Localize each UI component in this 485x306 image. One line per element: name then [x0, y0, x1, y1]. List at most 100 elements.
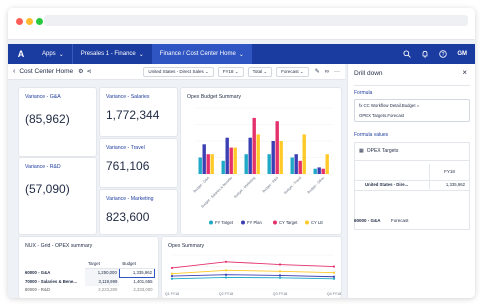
back-arrow-icon[interactable]: ‹: [13, 68, 15, 75]
column-header: FY18: [429, 164, 469, 180]
x-tick-label: Budget - G&A: [193, 175, 211, 193]
x-tick-label: Q3 FY18: [273, 292, 287, 296]
data-point: [278, 274, 282, 277]
row-label: 70000 - Salaries & Bene...: [25, 279, 77, 284]
user-avatar[interactable]: GM: [457, 51, 467, 57]
table-header-row: Target Budget: [25, 259, 155, 269]
divider: [355, 160, 469, 161]
maximize-window-dot[interactable]: [36, 18, 43, 25]
column-header: Target: [85, 259, 120, 269]
bar: [202, 144, 206, 174]
filter-region-label: United States - Direct Sales: [148, 69, 204, 74]
page-title: Cost Center Home: [19, 68, 74, 75]
module-name: OPEX Targets: [366, 148, 399, 154]
kpi-card-rd[interactable]: Variance - R&D (57,090): [19, 158, 96, 234]
nav-actions: ? GM: [403, 50, 475, 58]
legend-label: CY Target: [279, 220, 298, 225]
cell-target[interactable]: 2,223,280: [85, 286, 119, 292]
kpi-card-salaries[interactable]: Variance - Salaries 1,772,344: [100, 88, 177, 136]
opex-summary-chart: Q1 FY18 Q2 FY18 Q3 FY18 Q4 FY18: [165, 254, 341, 296]
cell-value[interactable]: 1,335,962: [429, 181, 469, 189]
page-settings-icon[interactable]: ⚙: [78, 68, 83, 75]
chevron-down-icon: ⌄: [299, 68, 304, 74]
filter-year-label: FY18: [222, 69, 234, 74]
filter-year[interactable]: FY18 ⌄: [217, 66, 244, 77]
cell-budget[interactable]: 1,401,655: [119, 277, 154, 286]
cell-target[interactable]: 3,119,999: [85, 277, 120, 286]
browser-chrome: [8, 8, 475, 40]
share-icon[interactable]: ⋖: [87, 68, 92, 75]
bar: [252, 117, 256, 174]
close-window-dot[interactable]: [16, 18, 23, 25]
series-line: [171, 269, 335, 275]
cell-budget[interactable]: 1,335,962: [118, 267, 156, 278]
bar: [233, 147, 237, 174]
bar: [248, 137, 252, 174]
module-panel: ▦ OPEX Targets FY18 United States - Dire…: [354, 142, 470, 230]
table-row[interactable]: 70000 - Salaries & Bene... 3,119,999 1,4…: [25, 277, 155, 286]
cell-budget[interactable]: 2,333,000: [119, 286, 154, 292]
legend-marker: [209, 220, 213, 225]
filter-version[interactable]: Forecast ⌄: [276, 66, 309, 77]
nav-workspace[interactable]: Presales 1 - Finance ⌄: [73, 44, 152, 64]
edit-icon[interactable]: ✎: [315, 68, 320, 75]
svg-text:?: ?: [442, 52, 445, 58]
bar: [221, 160, 225, 174]
top-nav: A Apps ⌄ Presales 1 - Finance ⌄ Finance …: [8, 44, 475, 64]
filter-total[interactable]: Total ⌄: [247, 66, 273, 77]
kpi-value: (85,962): [25, 112, 70, 126]
kpi-card-ga[interactable]: Variance - G&A (85,962): [19, 88, 96, 156]
data-point: [224, 273, 228, 276]
chevron-down-icon: ⌄: [238, 51, 244, 58]
cell-target[interactable]: 1,250,000: [85, 268, 120, 277]
bar: [256, 134, 260, 174]
table-row[interactable]: 60000 - G&A 1,250,000 1,335,962: [25, 267, 156, 278]
drill-down-panel: Drill down × Formula fx CC Workflow Deta…: [347, 64, 475, 298]
formula-box[interactable]: fx CC Workflow Detail.Budget = OPEX Targ…: [354, 99, 470, 122]
filter-region[interactable]: United States - Direct Sales ⌄: [143, 66, 214, 77]
app-logo[interactable]: A: [8, 44, 34, 64]
kpi-card-marketing[interactable]: Variance - Marketing 823,600: [100, 190, 177, 234]
legend-label: FY Plan: [247, 220, 262, 225]
x-tick-label: Budget - Other: [307, 175, 326, 194]
opex-budget-summary-card: Opex Budget Summary Budget - G&A Budget -…: [181, 88, 341, 234]
nav-apps[interactable]: Apps ⌄: [34, 44, 72, 64]
legend-label: CY LE: [311, 220, 323, 225]
legend-marker: [305, 220, 309, 225]
nux-grid-card: NUX - Grid - OPEX summary Target Budget …: [19, 237, 158, 298]
minimize-window-dot[interactable]: [26, 18, 33, 25]
bar: [225, 137, 229, 174]
search-icon[interactable]: [403, 50, 412, 58]
column-header: Budget: [119, 259, 155, 269]
bell-icon[interactable]: [421, 50, 429, 58]
bar: [271, 141, 275, 174]
module-header[interactable]: ▦ OPEX Targets: [359, 148, 398, 154]
row-label: 60000 - G&A: [25, 270, 51, 275]
nav-page[interactable]: Finance / Cost Center Home ⌄: [151, 44, 252, 64]
x-tick-label: Q4 FY18: [327, 292, 341, 296]
bar: [298, 160, 302, 174]
address-bar[interactable]: [44, 15, 468, 26]
drill-title: Drill down: [354, 70, 383, 77]
chevron-down-icon: ⌄: [204, 68, 209, 74]
kpi-card-travel[interactable]: Variance - Travel 761,106: [100, 139, 177, 187]
bar: [290, 157, 294, 174]
bar: [210, 154, 214, 174]
filter-total-label: Total: [252, 69, 263, 74]
legend-marker: [273, 220, 277, 225]
link-icon[interactable]: ∞: [325, 69, 329, 75]
close-icon[interactable]: ×: [462, 68, 467, 77]
kpi-value: (57,090): [25, 182, 70, 196]
table-row[interactable]: 80000 - R&D 2,223,280 2,333,000: [25, 286, 155, 292]
data-point: [332, 277, 336, 280]
divider: [354, 85, 470, 86]
bar: [198, 157, 202, 174]
bar: [302, 134, 306, 174]
help-icon[interactable]: ?: [439, 50, 448, 58]
bottom-value: Forecast: [391, 218, 409, 223]
more-icon[interactable]: ···: [334, 69, 340, 75]
bar: [229, 147, 233, 174]
kpi-value: 1,772,344: [106, 108, 160, 122]
data-point: [224, 260, 228, 263]
card-title: NUX - Grid - OPEX summary: [25, 243, 93, 249]
